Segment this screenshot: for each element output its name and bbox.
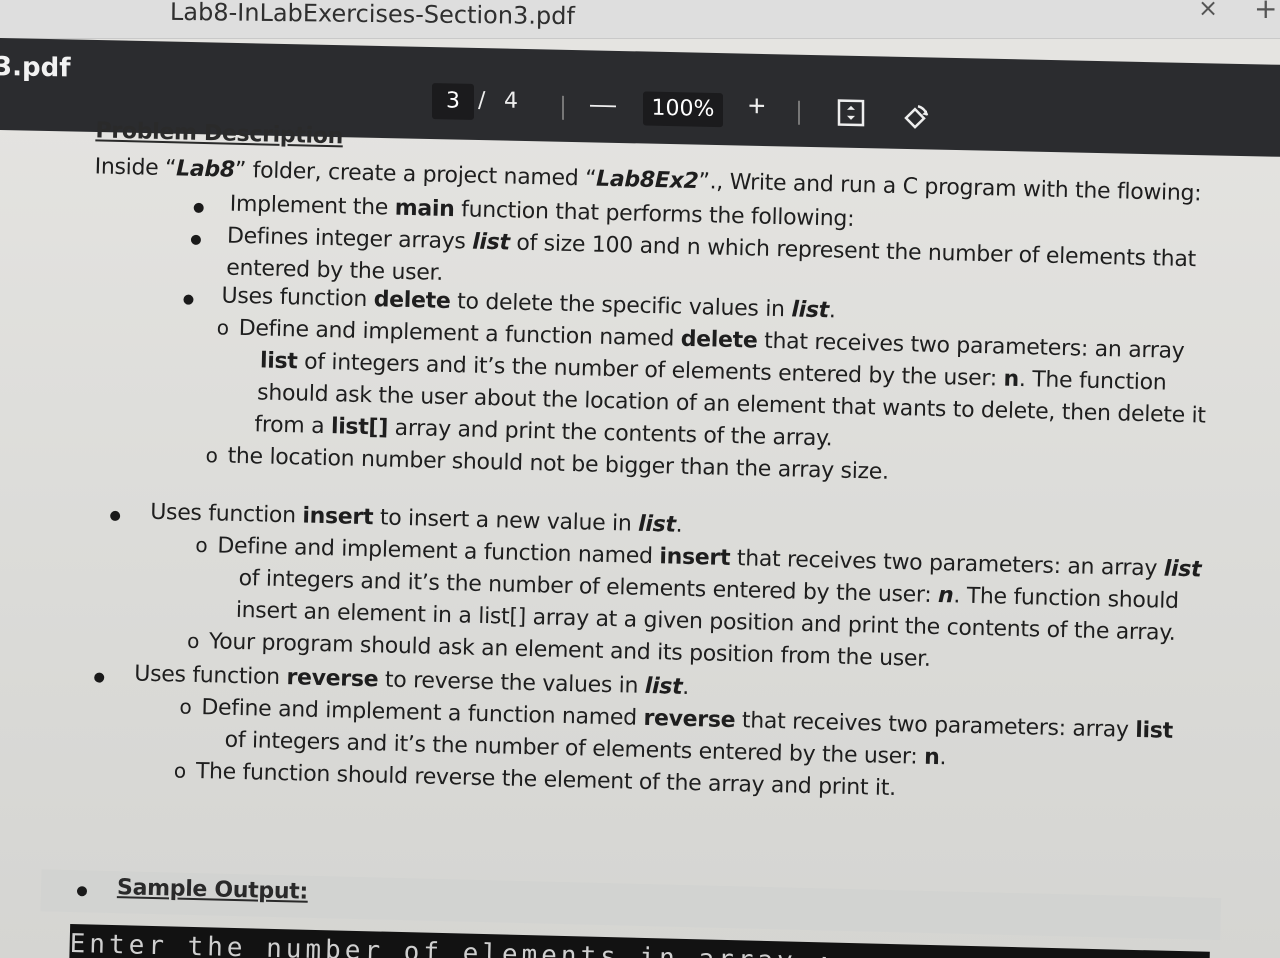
toolbar-divider (562, 95, 564, 120)
bullet-dot (94, 672, 105, 683)
problem-heading: Problem Description (95, 118, 344, 150)
page-separator: / (478, 88, 486, 114)
bullet-reverse: Uses function reverse to reverse the val… (134, 661, 690, 701)
screen: Lab8-InLabExercises-Section3.pdf × + 3.p… (0, 0, 1280, 958)
pdf-page: Problem Description Inside “Lab8” folder… (0, 112, 1280, 958)
zoom-out-button[interactable]: — (590, 88, 616, 120)
bullet-dot (190, 234, 202, 245)
bullet-dot (183, 294, 194, 305)
toolbar-divider (798, 100, 800, 125)
bullet-define-arrays-cont: entered by the user. (225, 255, 444, 286)
bullet-dot (193, 202, 204, 214)
bullet-dot (110, 510, 121, 522)
sample-output-heading: Sample Output: (116, 875, 309, 905)
fit-page-icon[interactable] (836, 98, 866, 129)
close-tab-icon[interactable]: × (1198, 0, 1218, 22)
tab-title[interactable]: Lab8-InLabExercises-Section3.pdf (170, 0, 575, 30)
rotate-icon[interactable] (898, 101, 932, 136)
current-page-input[interactable]: 3 (432, 83, 474, 120)
new-tab-icon[interactable]: + (1254, 0, 1277, 25)
zoom-in-button[interactable]: + (748, 90, 766, 124)
bullet-insert: Uses function insert to insert a new val… (149, 499, 683, 538)
browser-tab-strip: Lab8-InLabExercises-Section3.pdf × + (0, 0, 1280, 39)
terminal-line: Enter the number of elements in array : (69, 928, 837, 958)
zoom-level-input[interactable]: 100% (643, 91, 723, 128)
total-pages: 4 (504, 88, 518, 114)
document-name: 3.pdf (0, 51, 71, 84)
